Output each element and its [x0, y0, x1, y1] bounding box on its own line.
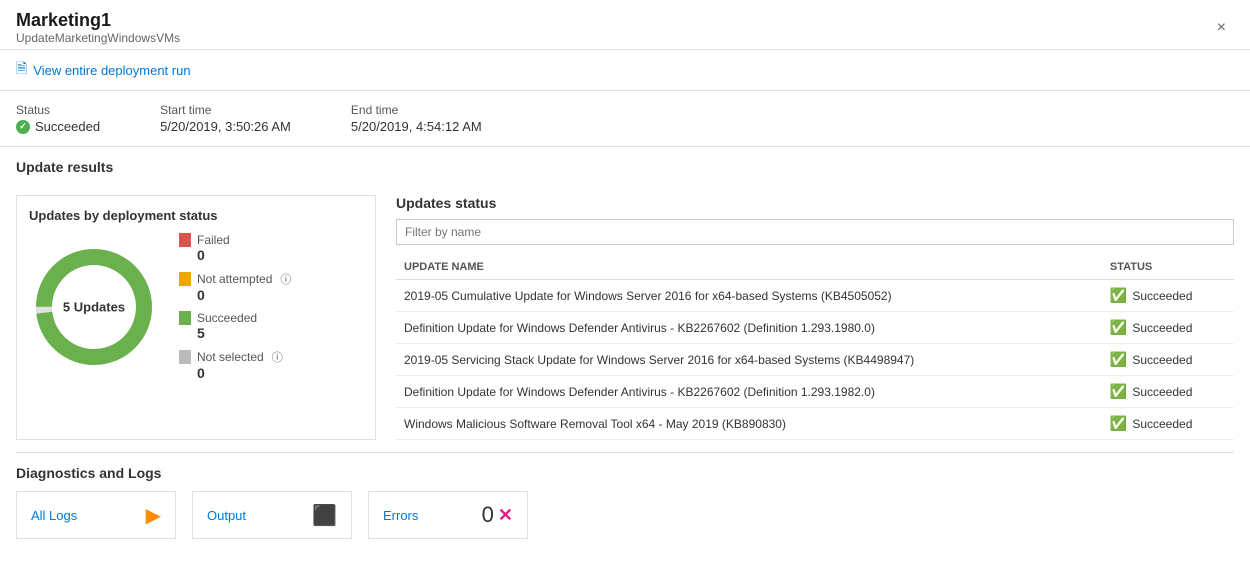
update-status-cell: ✅ Succeeded — [1102, 312, 1234, 344]
table-row: 2019-05 Cumulative Update for Windows Se… — [396, 280, 1234, 312]
main-content: Update results Updates by deployment sta… — [0, 147, 1250, 574]
output-card: Output ⬛ — [192, 491, 352, 539]
update-name-cell: Windows Malicious Software Removal Tool … — [396, 408, 1102, 440]
chart-legend: Failed 0 Not attempted ⓘ 0 — [179, 233, 291, 381]
view-link-bar: 🗎 View entire deployment run — [0, 50, 1250, 91]
diag-cards: All Logs ▶ Output ⬛ Errors 0 ✕ — [16, 491, 1234, 539]
diagnostics-section: Diagnostics and Logs All Logs ▶ Output ⬛… — [16, 452, 1234, 539]
not-attempted-label: Not attempted — [197, 272, 272, 286]
end-time-item: End time 5/20/2019, 4:54:12 AM — [351, 103, 482, 134]
status-text: Succeeded — [1132, 417, 1192, 431]
not-attempted-count: 0 — [197, 287, 291, 303]
end-time-value: 5/20/2019, 4:54:12 AM — [351, 119, 482, 134]
status-text: Succeeded — [1132, 385, 1192, 399]
close-button[interactable]: × — [1209, 15, 1234, 41]
not-selected-label: Not selected — [197, 350, 264, 364]
start-time-label: Start time — [160, 103, 291, 117]
updates-status-panel: Updates status UPDATE NAME STATUS 2019-0… — [396, 195, 1234, 440]
status-item: Status Succeeded — [16, 103, 100, 134]
donut-center-label: 5 Updates — [63, 300, 125, 315]
update-status-cell: ✅ Succeeded — [1102, 280, 1234, 312]
succeeded-label: Succeeded — [197, 311, 257, 325]
title-bar: Marketing1 UpdateMarketingWindowsVMs × — [0, 0, 1250, 50]
succeeded-count: 5 — [197, 325, 291, 341]
legend-not-selected: Not selected ⓘ 0 — [179, 349, 291, 381]
chart-box: Updates by deployment status 5 Updates — [16, 195, 376, 440]
filter-input[interactable] — [396, 219, 1234, 245]
errors-card: Errors 0 ✕ — [368, 491, 528, 539]
status-text: Succeeded — [1132, 321, 1192, 335]
end-time-label: End time — [351, 103, 482, 117]
table-row: Windows Malicious Software Removal Tool … — [396, 408, 1234, 440]
title-bar-left: Marketing1 UpdateMarketingWindowsVMs — [16, 10, 180, 45]
success-check-icon: ✅ — [1110, 319, 1127, 336]
updates-table: UPDATE NAME STATUS 2019-05 Cumulative Up… — [396, 255, 1234, 440]
success-check-icon: ✅ — [1110, 383, 1127, 400]
update-name-cell: 2019-05 Servicing Stack Update for Windo… — [396, 344, 1102, 376]
table-row: 2019-05 Servicing Stack Update for Windo… — [396, 344, 1234, 376]
failed-count: 0 — [197, 247, 291, 263]
donut-chart: 5 Updates — [29, 242, 159, 372]
table-header-row: UPDATE NAME STATUS — [396, 255, 1234, 280]
updates-status-title: Updates status — [396, 195, 1234, 211]
status-text: Succeeded — [35, 119, 100, 134]
sub-title: UpdateMarketingWindowsVMs — [16, 31, 180, 45]
status-label: Status — [16, 103, 100, 117]
table-row: Definition Update for Windows Defender A… — [396, 312, 1234, 344]
legend-not-attempted: Not attempted ⓘ 0 — [179, 271, 291, 303]
status-text: Succeeded — [1132, 353, 1192, 367]
update-results-title: Update results — [16, 159, 1234, 175]
main-title: Marketing1 — [16, 10, 180, 31]
update-name-cell: Definition Update for Windows Defender A… — [396, 376, 1102, 408]
update-status-cell: ✅ Succeeded — [1102, 408, 1234, 440]
all-logs-card: All Logs ▶ — [16, 491, 176, 539]
status-value: Succeeded — [16, 119, 100, 134]
output-icon: ⬛ — [312, 503, 337, 528]
table-row: Definition Update for Windows Defender A… — [396, 376, 1234, 408]
not-selected-info: ⓘ — [272, 349, 283, 365]
results-section: Updates by deployment status 5 Updates — [16, 195, 1234, 440]
errors-number: 0 — [482, 502, 494, 528]
update-name-cell: Definition Update for Windows Defender A… — [396, 312, 1102, 344]
chart-title: Updates by deployment status — [29, 208, 363, 223]
legend-succeeded: Succeeded 5 — [179, 311, 291, 341]
not-selected-count: 0 — [197, 365, 291, 381]
chart-inner: 5 Updates Failed 0 Not attempt — [29, 233, 363, 381]
update-status-cell: ✅ Succeeded — [1102, 376, 1234, 408]
start-time-item: Start time 5/20/2019, 3:50:26 AM — [160, 103, 291, 134]
failed-color — [179, 233, 191, 247]
view-deployment-link[interactable]: View entire deployment run — [33, 63, 190, 78]
success-status-icon — [16, 120, 30, 134]
play-icon: ▶ — [146, 503, 161, 528]
status-text: Succeeded — [1132, 289, 1192, 303]
status-bar: Status Succeeded Start time 5/20/2019, 3… — [0, 91, 1250, 147]
not-attempted-info: ⓘ — [280, 271, 291, 287]
diagnostics-title: Diagnostics and Logs — [16, 465, 1234, 481]
output-link[interactable]: Output — [207, 508, 246, 523]
errors-count: 0 ✕ — [482, 502, 513, 528]
failed-label: Failed — [197, 233, 230, 247]
start-time-value: 5/20/2019, 3:50:26 AM — [160, 119, 291, 134]
errors-link[interactable]: Errors — [383, 508, 418, 523]
success-check-icon: ✅ — [1110, 351, 1127, 368]
update-name-cell: 2019-05 Cumulative Update for Windows Se… — [396, 280, 1102, 312]
col-status: STATUS — [1102, 255, 1234, 280]
success-check-icon: ✅ — [1110, 415, 1127, 432]
legend-failed: Failed 0 — [179, 233, 291, 263]
col-update-name: UPDATE NAME — [396, 255, 1102, 280]
not-attempted-color — [179, 272, 191, 286]
all-logs-link[interactable]: All Logs — [31, 508, 77, 523]
document-icon: 🗎 — [16, 58, 27, 82]
update-status-cell: ✅ Succeeded — [1102, 344, 1234, 376]
errors-x-icon: ✕ — [498, 505, 513, 526]
success-check-icon: ✅ — [1110, 287, 1127, 304]
not-selected-color — [179, 350, 191, 364]
succeeded-color — [179, 311, 191, 325]
